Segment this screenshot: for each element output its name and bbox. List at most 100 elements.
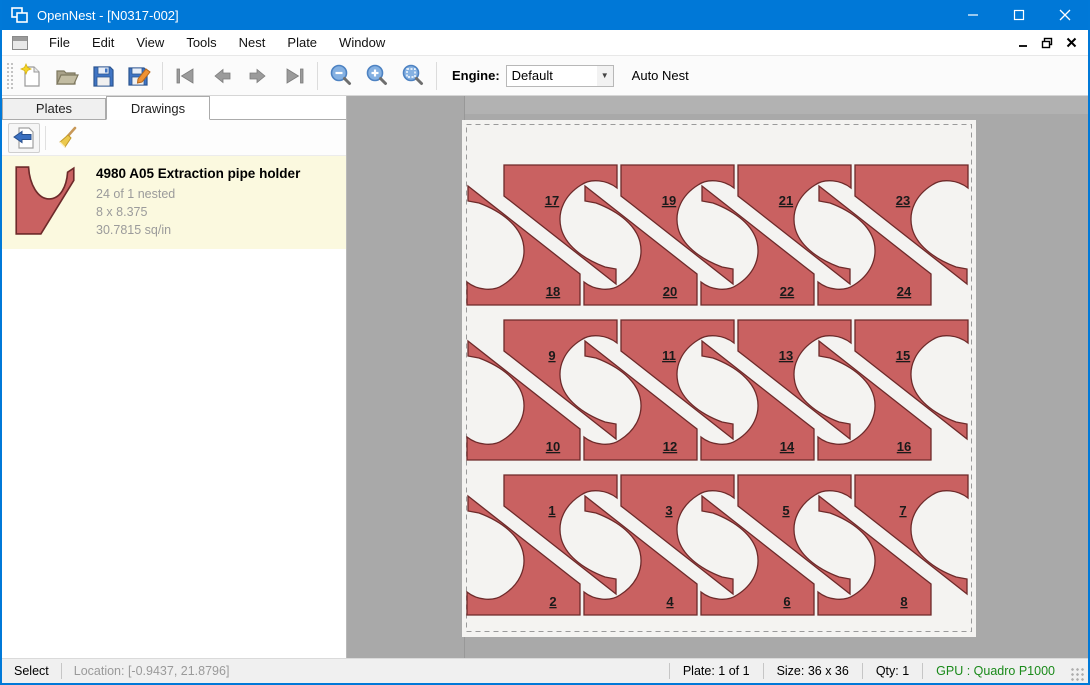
part-thumbnail	[8, 164, 82, 238]
zoom-fit-icon	[400, 63, 426, 89]
previous-arrow-icon	[209, 63, 235, 89]
last-arrow-icon	[281, 63, 307, 89]
gpu-indicator: GPU : Quadro P1000	[923, 664, 1068, 678]
part-number-label: 22	[780, 284, 794, 299]
toolbar-separator	[162, 62, 163, 90]
app-window: OpenNest - [N0317-002] FileEditViewTools…	[0, 0, 1090, 685]
nested-parts: 171819202122232491011121314151612345678	[462, 120, 976, 637]
zoom-out-icon	[328, 63, 354, 89]
drawing-title: 4980 A05 Extraction pipe holder	[96, 166, 300, 181]
part-number-label: 17	[545, 193, 559, 208]
new-button[interactable]	[13, 59, 49, 93]
tab-drawings[interactable]: Drawings	[106, 96, 210, 120]
nest-canvas[interactable]: 171819202122232491011121314151612345678	[347, 96, 1088, 658]
tab-plates[interactable]: Plates	[2, 98, 106, 119]
child-window-strip	[464, 96, 1088, 114]
title-bar: OpenNest - [N0317-002]	[2, 0, 1088, 30]
menu-tools[interactable]: Tools	[175, 30, 227, 56]
part-number-label: 14	[780, 439, 795, 454]
next-plate-button[interactable]	[240, 59, 276, 93]
drawing-nested-count: 24 of 1 nested	[96, 185, 300, 203]
new-document-icon	[18, 63, 44, 89]
window-title: OpenNest - [N0317-002]	[37, 8, 950, 23]
next-arrow-icon	[245, 63, 271, 89]
plate-count: Plate: 1 of 1	[670, 664, 763, 678]
part-number-label: 24	[897, 284, 912, 299]
open-button[interactable]	[49, 59, 85, 93]
panel-tabs: Plates Drawings	[2, 96, 346, 120]
clear-button[interactable]	[51, 123, 83, 153]
part-number-label: 20	[663, 284, 677, 299]
menu-window[interactable]: Window	[328, 30, 396, 56]
drawing-area: 30.7815 sq/in	[96, 221, 300, 239]
last-plate-button[interactable]	[276, 59, 312, 93]
part-number-label: 23	[896, 193, 910, 208]
menu-plate[interactable]: Plate	[276, 30, 328, 56]
part-number-label: 5	[782, 503, 789, 518]
side-panel: Plates Drawings	[2, 96, 347, 658]
mdi-close-icon[interactable]	[1062, 35, 1080, 51]
toolbar-separator	[45, 126, 46, 150]
zoom-in-button[interactable]	[359, 59, 395, 93]
save-button[interactable]	[85, 59, 121, 93]
mdi-minimize-icon[interactable]	[1014, 35, 1032, 51]
main-toolbar: Engine: Default ▼ Auto Nest	[2, 56, 1088, 96]
menu-edit[interactable]: Edit	[81, 30, 125, 56]
part-number-label: 11	[662, 348, 676, 363]
menu-file[interactable]: File	[38, 30, 81, 56]
plate-view[interactable]: 171819202122232491011121314151612345678	[462, 120, 976, 637]
toolbar-grip[interactable]	[5, 61, 13, 91]
mode-indicator: Select	[2, 664, 61, 678]
maximize-icon[interactable]	[996, 0, 1042, 30]
status-bar: Select Location: [-0.9437, 21.8796] Plat…	[2, 658, 1088, 683]
menu-nest[interactable]: Nest	[228, 30, 277, 56]
part-number-label: 13	[779, 348, 793, 363]
app-icon	[11, 7, 29, 23]
part-number-label: 6	[783, 594, 790, 609]
save-as-button[interactable]	[121, 59, 157, 93]
zoom-out-button[interactable]	[323, 59, 359, 93]
plate-size: Size: 36 x 36	[764, 664, 862, 678]
save-edit-icon	[126, 63, 152, 89]
part-number-label: 3	[665, 503, 672, 518]
mdi-restore-icon[interactable]	[1038, 35, 1056, 51]
part-number-label: 16	[897, 439, 911, 454]
broom-icon	[55, 126, 79, 150]
cursor-location: Location: [-0.9437, 21.8796]	[62, 664, 242, 678]
menu-bar: FileEditViewToolsNestPlateWindow	[2, 30, 1088, 56]
plate-qty: Qty: 1	[863, 664, 922, 678]
minimize-icon[interactable]	[950, 0, 996, 30]
drawing-list-item[interactable]: 4980 A05 Extraction pipe holder 24 of 1 …	[2, 156, 346, 249]
zoom-fit-button[interactable]	[395, 59, 431, 93]
drawing-list-empty-area	[2, 249, 346, 658]
resize-grip[interactable]	[1070, 667, 1084, 681]
part-number-label: 8	[900, 594, 907, 609]
auto-nest-button[interactable]: Auto Nest	[626, 65, 695, 86]
part-number-label: 19	[662, 193, 676, 208]
part-number-label: 21	[779, 193, 793, 208]
drawing-size: 8 x 8.375	[96, 203, 300, 221]
toolbar-separator	[317, 62, 318, 90]
close-icon[interactable]	[1042, 0, 1088, 30]
open-folder-icon	[54, 63, 80, 89]
part-number-label: 9	[548, 348, 555, 363]
previous-plate-button[interactable]	[204, 59, 240, 93]
send-back-button[interactable]	[8, 123, 40, 153]
engine-label: Engine:	[452, 68, 500, 83]
zoom-in-icon	[364, 63, 390, 89]
chevron-down-icon[interactable]: ▼	[597, 66, 613, 86]
menu-view[interactable]: View	[125, 30, 175, 56]
part-number-label: 4	[666, 594, 674, 609]
first-plate-button[interactable]	[168, 59, 204, 93]
engine-select[interactable]: Default ▼	[506, 65, 614, 87]
part-number-label: 15	[896, 348, 910, 363]
engine-value: Default	[507, 68, 597, 83]
part-number-label: 18	[546, 284, 560, 299]
save-icon	[90, 63, 116, 89]
part-number-label: 1	[548, 503, 555, 518]
part-number-label: 7	[899, 503, 906, 518]
part-number-label: 10	[546, 439, 560, 454]
mdi-document-icon[interactable]	[12, 36, 28, 50]
import-arrow-icon	[12, 126, 36, 150]
drawings-toolbar	[2, 120, 346, 156]
